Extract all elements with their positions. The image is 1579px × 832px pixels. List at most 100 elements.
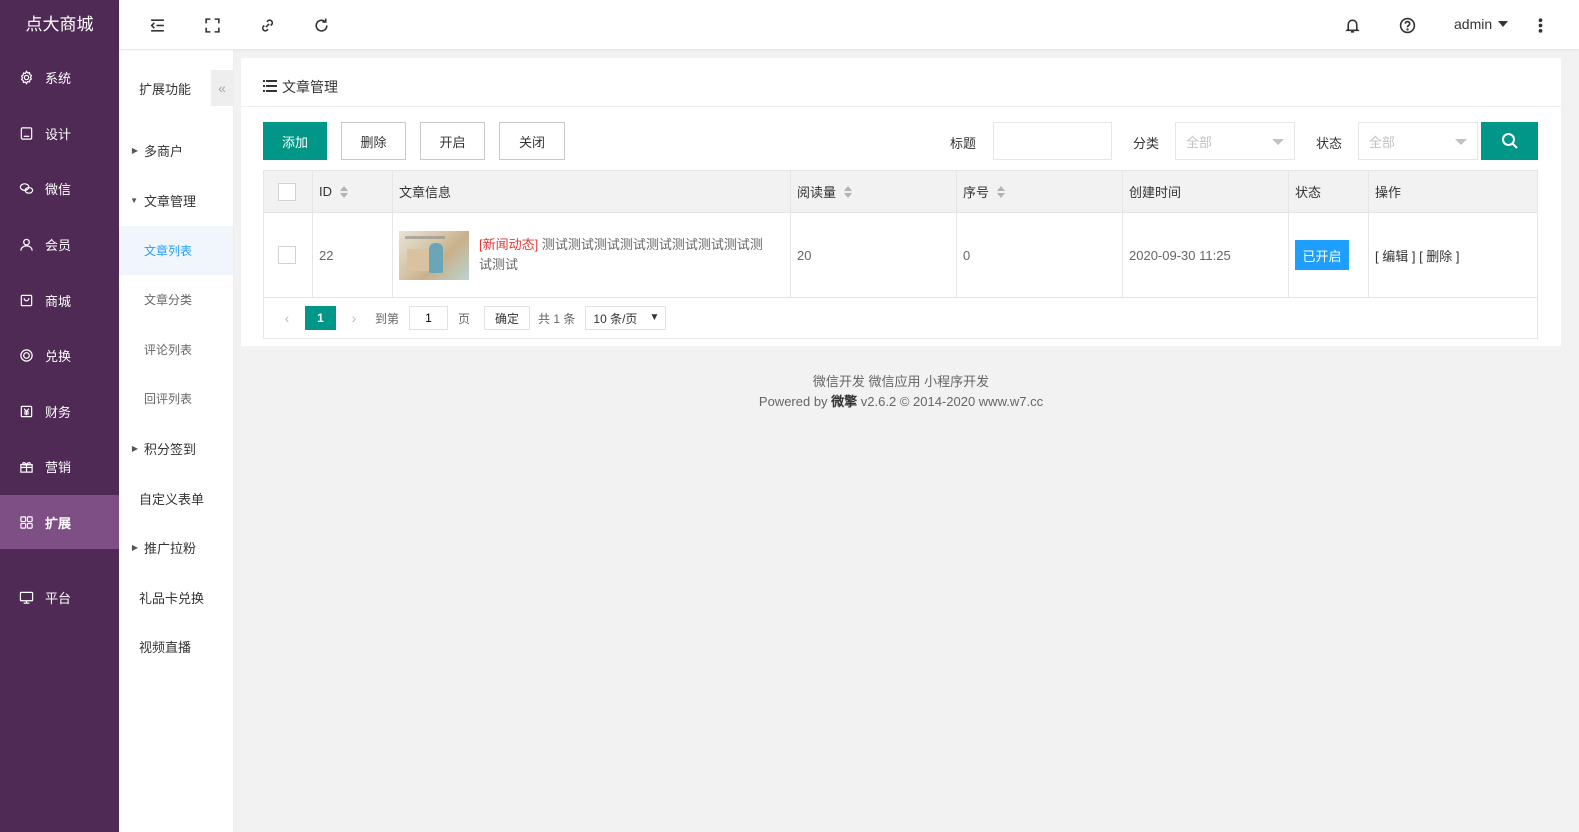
goto-label: 到第 (375, 311, 400, 326)
sub-item-reply-list[interactable]: 回评列表 (119, 374, 233, 423)
status-select[interactable]: 全部 (1358, 122, 1478, 160)
disable-button[interactable]: 关闭 (499, 122, 565, 160)
header-status: 状态 (1289, 171, 1369, 212)
caret-down-icon: ▼ (130, 196, 138, 205)
header-article-info: 文章信息 (393, 171, 791, 212)
article-table: ID 文章信息 阅读量 序号 创建时间 状态 操作 22 [新闻动态] 测试测试… (263, 170, 1538, 339)
menu-item-shop[interactable]: 商城 (0, 273, 119, 327)
brand-logo[interactable]: 点大商城 (0, 0, 119, 50)
header-created: 创建时间 (1123, 171, 1289, 212)
title-search-input[interactable] (993, 122, 1112, 160)
sub-item-article-list[interactable]: 文章列表 (119, 226, 233, 275)
sub-item-promotion[interactable]: ▶ 推广拉粉 (119, 523, 233, 572)
sort-icon (997, 185, 1006, 198)
card-title: 文章管理 (263, 77, 338, 97)
top-header: admin (119, 0, 1579, 50)
sub-item-gift-card[interactable]: 礼品卡兑换 (119, 573, 233, 622)
menu-item-wechat[interactable]: 微信 (0, 161, 119, 215)
header-reads[interactable]: 阅读量 (791, 171, 957, 212)
article-thumbnail[interactable] (399, 230, 469, 280)
caret-down-icon (1498, 21, 1509, 27)
menu-item-member[interactable]: 会员 (0, 217, 119, 271)
help-icon[interactable] (1397, 15, 1417, 35)
caret-right-icon: ▶ (131, 444, 138, 453)
enable-button[interactable]: 开启 (420, 122, 485, 160)
category-select[interactable]: 全部 (1175, 122, 1295, 160)
delete-button[interactable]: 删除 (341, 122, 406, 160)
add-button[interactable]: 添加 (263, 122, 327, 160)
search-button[interactable] (1481, 122, 1538, 160)
link-icon[interactable] (257, 15, 277, 35)
header-order[interactable]: 序号 (957, 171, 1123, 212)
menu-label: 设计 (45, 126, 72, 142)
finance-icon (18, 403, 34, 419)
footer-brand[interactable]: 微擎 (831, 394, 857, 409)
refresh-icon[interactable] (311, 15, 331, 35)
more-vertical-icon[interactable] (1530, 15, 1550, 35)
menu-label: 会员 (45, 237, 72, 253)
menu-item-exchange[interactable]: 兑换 (0, 328, 119, 382)
collapse-sidebar-button[interactable]: « (211, 70, 233, 106)
search-icon (1501, 133, 1518, 149)
menu-label: 系统 (45, 70, 72, 86)
goto-confirm-button[interactable]: 确定 (484, 306, 531, 330)
menu-label: 商城 (45, 293, 72, 309)
prev-page-icon[interactable]: ‹ (274, 310, 300, 326)
delete-link[interactable]: [ 删除 ] (1419, 246, 1459, 265)
goto-page-input[interactable] (409, 306, 449, 330)
user-menu[interactable]: admin (1454, 16, 1509, 32)
menu-label: 兑换 (45, 348, 72, 364)
cell-actions: [ 编辑 ] [ 删除 ] (1369, 213, 1537, 297)
menu-item-design[interactable]: 设计 (0, 106, 119, 160)
header-actions: 操作 (1375, 185, 1402, 200)
menu-label: 平台 (45, 590, 72, 606)
menu-label: 营销 (45, 459, 72, 475)
row-checkbox-cell (264, 213, 313, 297)
menu-item-extend[interactable]: 扩展 (0, 495, 119, 549)
caret-right-icon: ▶ (131, 543, 138, 552)
sub-item-article-category[interactable]: 文章分类 (119, 275, 233, 324)
user-icon (18, 236, 34, 252)
sub-item-points-signin[interactable]: ▶ 积分签到 (119, 424, 233, 473)
gift-icon (18, 458, 34, 474)
row-checkbox[interactable] (278, 246, 296, 264)
sort-icon (844, 185, 853, 198)
next-page-icon[interactable]: › (341, 310, 367, 326)
fullscreen-icon[interactable] (202, 15, 222, 35)
sub-item-multi-merchant[interactable]: ▶ 多商户 (119, 126, 233, 175)
gear-icon (18, 69, 34, 85)
sub-item-custom-form[interactable]: 自定义表单 (119, 474, 233, 523)
edit-link[interactable]: [ 编辑 ] (1375, 246, 1415, 265)
sub-sidebar: 扩展功能 ▶ 多商户 ▼ 文章管理 文章列表 文章分类 评论列表 回评列表 ▶ … (119, 0, 234, 832)
article-title[interactable]: [新闻动态] 测试测试测试测试测试测试测试测试测试测试 (479, 235, 769, 275)
menu-item-finance[interactable]: 财务 (0, 384, 119, 438)
sub-item-live-video[interactable]: 视频直播 (119, 622, 233, 671)
status-toggle-button[interactable]: 已开启 (1295, 240, 1349, 270)
footer-links[interactable]: 微信开发 微信应用 小程序开发 (241, 372, 1561, 392)
cell-status: 已开启 (1289, 213, 1369, 297)
content-card: 文章管理 添加 删除 开启 关闭 标题 分类 全部 状态 全部 ID 文章信息 … (241, 58, 1561, 346)
total-count: 共 1 条 (538, 311, 576, 326)
sub-item-article-manage[interactable]: ▼ 文章管理 (119, 176, 233, 225)
title-filter-label: 标题 (950, 136, 977, 151)
bell-icon[interactable] (1342, 15, 1362, 35)
menu-fold-icon[interactable] (147, 15, 167, 35)
menu-item-platform[interactable]: 平台 (0, 570, 119, 624)
select-all-checkbox[interactable] (278, 182, 296, 201)
page-number-current[interactable]: 1 (305, 306, 336, 330)
sub-item-comment-list[interactable]: 评论列表 (119, 325, 233, 374)
page-size-select[interactable]: 10 条/页 ▼ (585, 306, 667, 330)
article-category-tag: [新闻动态] (479, 237, 539, 252)
menu-item-system[interactable]: 系统 (0, 50, 119, 104)
sort-icon (340, 185, 348, 198)
caret-right-icon: ▶ (131, 146, 138, 155)
menu-item-marketing[interactable]: 营销 (0, 439, 119, 493)
main-sidebar: 点大商城 系统 设计 微信 会员 商城 兑换 财务 营销 扩展 平台 (0, 0, 119, 832)
status-filter-label: 状态 (1316, 136, 1343, 151)
menu-label: 财务 (45, 404, 72, 420)
category-filter-label: 分类 (1133, 136, 1160, 151)
header-id[interactable]: ID (313, 171, 393, 212)
shop-icon (18, 292, 34, 308)
list-icon (263, 79, 277, 95)
cell-created: 2020-09-30 11:25 (1123, 213, 1289, 297)
